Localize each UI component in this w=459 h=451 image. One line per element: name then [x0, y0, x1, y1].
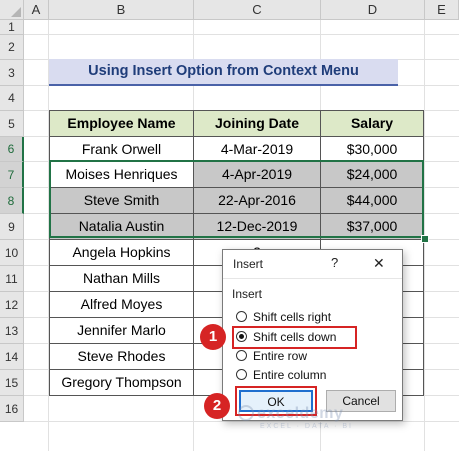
row-header-14[interactable]: 14: [0, 344, 24, 370]
table-cell[interactable]: $44,000: [320, 187, 424, 214]
row-header-10[interactable]: 10: [0, 240, 24, 266]
watermark-tagline: EXCEL · DATA · BI: [260, 423, 353, 430]
column-header-a[interactable]: A: [24, 0, 49, 20]
row-header-3[interactable]: 3: [0, 60, 24, 86]
radio-button[interactable]: [236, 311, 247, 322]
column-header-e[interactable]: E: [425, 0, 459, 20]
close-icon[interactable]: ✕: [373, 255, 385, 272]
table-header-cell[interactable]: Employee Name: [49, 110, 194, 137]
table-cell[interactable]: $37,000: [320, 213, 424, 240]
table-cell[interactable]: Jennifer Marlo: [49, 317, 194, 344]
option-label: Entire row: [253, 349, 308, 363]
gridline: [24, 34, 459, 35]
corner-select-icon: [11, 7, 21, 17]
row-header-8[interactable]: 8: [0, 188, 24, 214]
table-cell[interactable]: Moises Henriques: [49, 161, 194, 188]
table-cell[interactable]: Steve Smith: [49, 187, 194, 214]
column-header-d[interactable]: D: [321, 0, 425, 20]
option-label: Shift cells right: [253, 310, 332, 324]
gridline: [24, 421, 459, 422]
insert-dialog: Insert ? ✕ Insert Shift cells right Shif…: [222, 249, 403, 421]
fill-handle[interactable]: [421, 235, 429, 243]
row-header-11[interactable]: 11: [0, 266, 24, 292]
table-cell[interactable]: $24,000: [320, 161, 424, 188]
row-header-4[interactable]: 4: [0, 86, 24, 111]
row-header-1[interactable]: 1: [0, 20, 24, 35]
row-header-7[interactable]: 7: [0, 162, 24, 188]
table-cell[interactable]: Nathan Mills: [49, 265, 194, 292]
step-badge-2: 2: [204, 393, 230, 419]
table-cell[interactable]: Angela Hopkins: [49, 239, 194, 266]
dialog-section-label: Insert: [232, 287, 263, 301]
row-header-16[interactable]: 16: [0, 396, 24, 422]
dialog-title: Insert: [233, 257, 264, 271]
radio-button[interactable]: [236, 369, 247, 380]
table-cell[interactable]: Gregory Thompson: [49, 369, 194, 396]
row-header-9[interactable]: 9: [0, 214, 24, 240]
row-header-12[interactable]: 12: [0, 292, 24, 318]
table-cell[interactable]: Frank Orwell: [49, 136, 194, 162]
select-all-corner[interactable]: [0, 0, 24, 20]
table-header-cell[interactable]: Salary: [320, 110, 424, 137]
table-header-cell[interactable]: Joining Date: [193, 110, 321, 137]
table-cell[interactable]: 4-Apr-2019: [193, 161, 321, 188]
highlight-box: [232, 326, 357, 349]
row-header-15[interactable]: 15: [0, 370, 24, 396]
row-header-5[interactable]: 5: [0, 111, 24, 137]
table-cell[interactable]: Natalia Austin: [49, 213, 194, 240]
table-cell[interactable]: Steve Rhodes: [49, 343, 194, 370]
column-header-c[interactable]: C: [194, 0, 321, 20]
table-cell[interactable]: $30,000: [320, 136, 424, 162]
row-header-2[interactable]: 2: [0, 35, 24, 60]
option-label: Entire column: [253, 368, 327, 382]
radio-button[interactable]: [236, 350, 247, 361]
row-header-13[interactable]: 13: [0, 318, 24, 344]
step-badge-1: 1: [200, 324, 226, 350]
help-icon[interactable]: ?: [331, 255, 338, 270]
sheet-title[interactable]: Using Insert Option from Context Menu: [49, 59, 398, 86]
row-header-6[interactable]: 6: [0, 137, 24, 162]
table-cell[interactable]: 22-Apr-2016: [193, 187, 321, 214]
table-cell[interactable]: Alfred Moyes: [49, 291, 194, 318]
table-cell[interactable]: 4-Mar-2019: [193, 136, 321, 162]
table-cell[interactable]: 12-Dec-2019: [193, 213, 321, 240]
cancel-button[interactable]: Cancel: [326, 390, 396, 412]
column-header-b[interactable]: B: [49, 0, 194, 20]
highlight-box: [235, 386, 317, 416]
dialog-divider: [223, 278, 402, 279]
